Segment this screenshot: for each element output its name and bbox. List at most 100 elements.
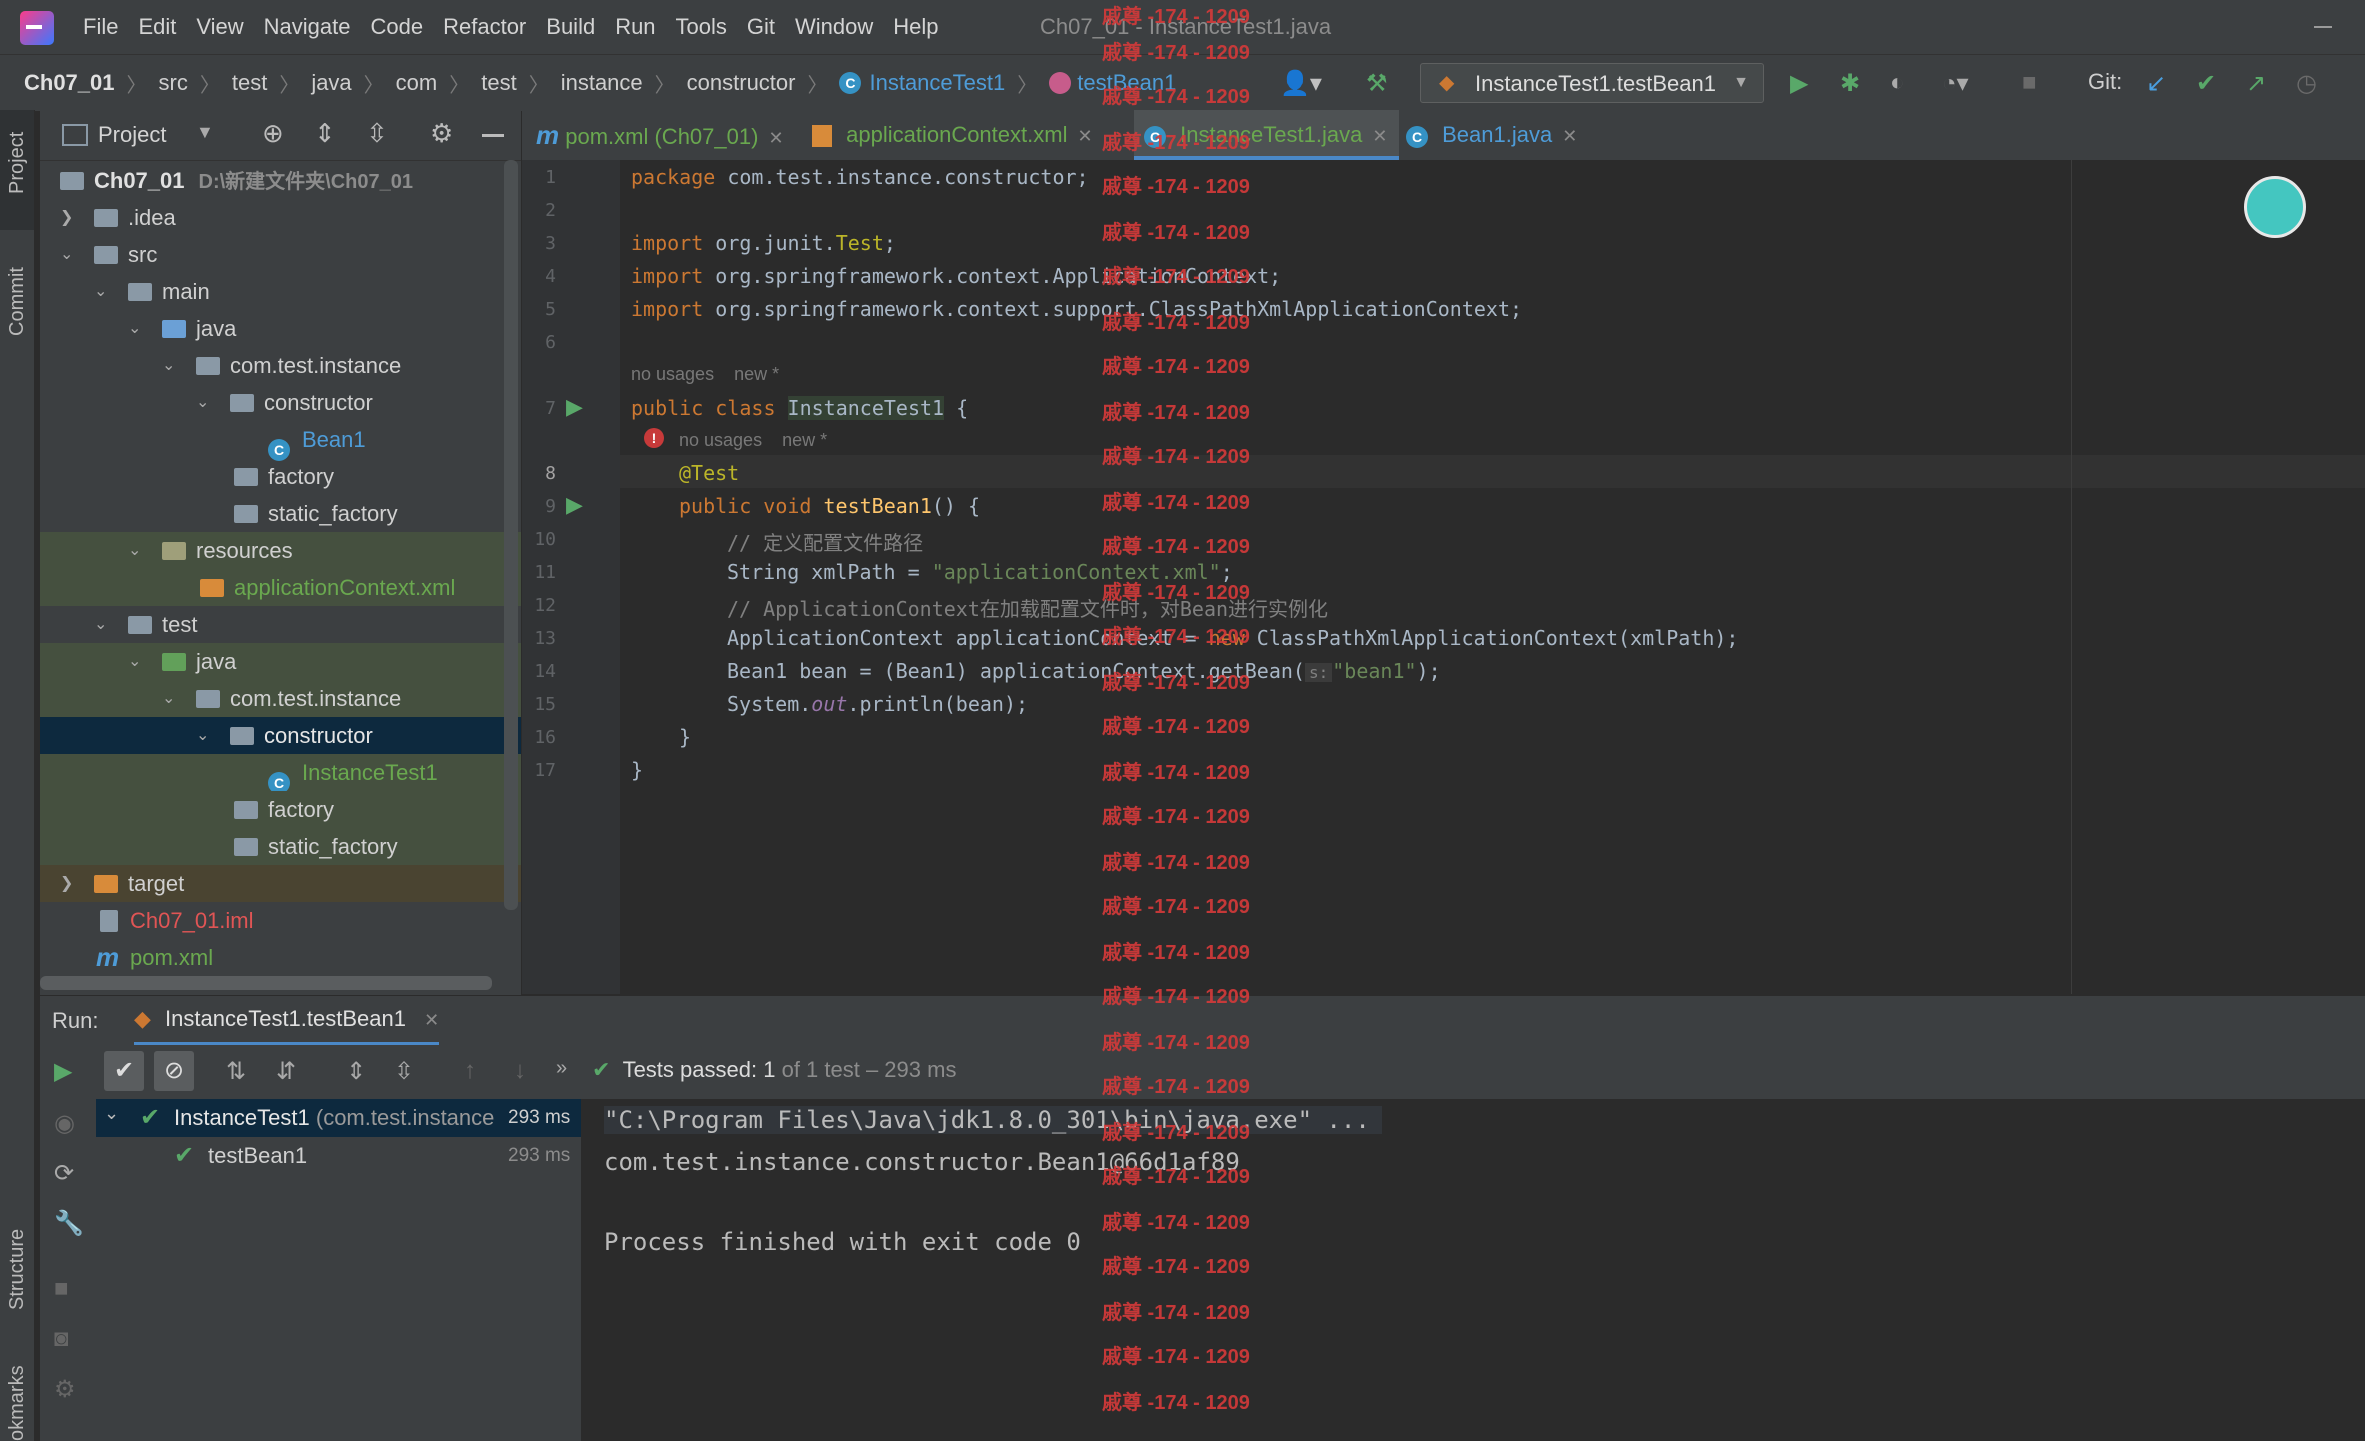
toggle-auto-test-icon[interactable]: ⟳ (54, 1159, 74, 1188)
locate-file-icon[interactable]: ⊕ (262, 118, 284, 149)
minimize-button[interactable] (2314, 26, 2332, 28)
tree-item-idea[interactable]: ❯ .idea (40, 199, 521, 236)
sort-duration-icon[interactable]: ⇵ (276, 1057, 296, 1086)
git-commit-icon[interactable]: ✔ (2196, 69, 2216, 98)
tree-item-test-static-factory[interactable]: static_factory (40, 828, 521, 865)
test-tree-row-child[interactable]: ✔ testBean1 293 ms (96, 1137, 581, 1175)
chevron-down-icon[interactable]: ⌄ (104, 1103, 119, 1124)
chevron-down-icon[interactable]: ⌄ (196, 384, 209, 421)
hide-panel-icon[interactable] (482, 134, 504, 137)
project-tool-tab[interactable]: Project (0, 110, 34, 230)
menu-navigate[interactable]: Navigate (264, 14, 351, 40)
tree-item-test[interactable]: ⌄ test (40, 606, 521, 643)
chevron-down-icon[interactable]: ⌄ (128, 643, 141, 680)
expand-all-icon[interactable]: ⇕ (346, 1057, 366, 1086)
run-tab[interactable]: ◆ InstanceTest1.testBean1 ✕ (134, 996, 440, 1046)
tree-item-instance-test1[interactable]: C InstanceTest1 (40, 754, 521, 794)
tree-item-main-static-factory[interactable]: static_factory (40, 495, 521, 532)
menu-help[interactable]: Help (893, 14, 938, 40)
debug-icon[interactable]: ✱ (1840, 69, 1860, 98)
crumb-java[interactable]: java (311, 70, 351, 96)
inlay-hint[interactable]: no usages new * (679, 430, 827, 451)
menu-file[interactable]: File (83, 14, 118, 40)
close-icon[interactable]: ✕ (768, 128, 783, 148)
gear-icon[interactable]: ⚙ (430, 118, 453, 149)
test-tree-row-root[interactable]: ⌄ ✔ InstanceTest1 (com.test.instance 293… (96, 1099, 581, 1137)
tree-item-test-factory[interactable]: factory (40, 791, 521, 828)
close-icon[interactable]: ✕ (1562, 126, 1577, 146)
tree-item-bean1[interactable]: C Bean1 (40, 421, 521, 461)
previous-failed-icon[interactable]: ↑ (464, 1057, 476, 1085)
menu-window[interactable]: Window (795, 14, 873, 40)
tree-item-resources[interactable]: ⌄ resources (40, 532, 521, 569)
camera-icon[interactable]: ◙ (54, 1325, 69, 1353)
sort-alpha-icon[interactable]: ⇅ (226, 1057, 246, 1086)
chevron-down-icon[interactable]: ⌄ (128, 532, 141, 569)
crumb-src[interactable]: src (159, 70, 188, 96)
coverage-icon[interactable]: ◐ (1890, 69, 1905, 97)
crumb-test[interactable]: test (232, 70, 267, 96)
settings-icon[interactable]: ⚙ (54, 1375, 76, 1404)
tree-item-application-context[interactable]: applicationContext.xml (40, 569, 521, 606)
menu-code[interactable]: Code (371, 14, 424, 40)
warning-icon[interactable]: ! (644, 428, 664, 448)
menu-view[interactable]: View (196, 14, 243, 40)
collapse-all-icon[interactable]: ⇳ (366, 118, 388, 149)
bookmarks-tool-label[interactable]: okmarks (6, 1365, 29, 1441)
menu-run[interactable]: Run (615, 14, 655, 40)
profiler-icon[interactable]: ◔▾ (1942, 69, 1969, 98)
crumb-test-pkg[interactable]: test (481, 70, 516, 96)
tab-bean1[interactable]: C Bean1.java ✕ (1406, 110, 1577, 160)
wrench-icon[interactable]: 🔧 (54, 1209, 84, 1238)
rerun-failed-icon[interactable]: ◉ (54, 1109, 75, 1138)
project-panel-title[interactable]: Project (98, 122, 166, 148)
tree-item-test-constructor[interactable]: ⌄ constructor (40, 717, 521, 754)
crumb-constructor[interactable]: constructor (687, 70, 796, 96)
collapse-all-icon[interactable]: ⇳ (394, 1057, 414, 1086)
tree-item-target[interactable]: ❯ target (40, 865, 521, 902)
structure-tool-label[interactable]: Structure (6, 1229, 29, 1310)
stop-icon[interactable]: ■ (2022, 69, 2037, 97)
crumb-class[interactable]: InstanceTest1 (869, 70, 1005, 96)
tree-item-main[interactable]: ⌄ main (40, 273, 521, 310)
git-update-icon[interactable]: ↙ (2146, 69, 2166, 98)
chevron-down-icon[interactable]: ⌄ (196, 717, 209, 754)
chevron-down-icon[interactable]: ⌄ (94, 273, 107, 310)
menu-tools[interactable]: Tools (676, 14, 727, 40)
horizontal-scrollbar[interactable] (40, 976, 492, 990)
chevron-down-icon[interactable]: ⌄ (94, 606, 107, 643)
crumb-project[interactable]: Ch07_01 (24, 70, 115, 96)
tree-item-main-factory[interactable]: factory (40, 458, 521, 495)
expand-all-icon[interactable]: ⇕ (314, 118, 336, 149)
tree-item-root[interactable]: Ch07_01 D:\新建文件夹\Ch07_01 (40, 162, 521, 199)
chevron-down-icon[interactable]: ⌄ (162, 347, 175, 384)
chevron-down-icon[interactable]: ⌄ (128, 310, 141, 347)
inlay-hint[interactable]: no usages new * (631, 364, 779, 385)
close-icon[interactable]: ✕ (1372, 126, 1387, 146)
tree-item-main-constructor[interactable]: ⌄ constructor (40, 384, 521, 421)
tree-item-test-java[interactable]: ⌄ java (40, 643, 521, 680)
build-hammer-icon[interactable]: ⚒ (1366, 69, 1388, 98)
plugin-mascot-icon[interactable] (2244, 176, 2306, 238)
tab-pom-xml[interactable]: m pom.xml (Ch07_01) ✕ (536, 110, 784, 160)
chevron-down-icon[interactable]: ⌄ (162, 680, 175, 717)
chevron-right-icon[interactable]: ❯ (60, 199, 73, 236)
menu-git[interactable]: Git (747, 14, 775, 40)
menu-build[interactable]: Build (546, 14, 595, 40)
next-failed-icon[interactable]: ↓ (514, 1057, 526, 1085)
rerun-icon[interactable]: ▶ (54, 1057, 72, 1086)
close-icon[interactable]: ✕ (1077, 126, 1092, 146)
tree-item-src[interactable]: ⌄ src (40, 236, 521, 273)
run-icon[interactable]: ▶ (1790, 69, 1808, 98)
run-test-method-icon[interactable]: ▶ (566, 492, 583, 518)
git-history-icon[interactable]: ◷ (2296, 69, 2317, 98)
menu-edit[interactable]: Edit (138, 14, 176, 40)
run-test-class-icon[interactable]: ▶ (566, 394, 583, 420)
run-config-select[interactable]: ◆ InstanceTest1.testBean1 ▼ (1420, 63, 1764, 103)
chevron-down-icon[interactable]: ▼ (196, 122, 214, 143)
close-icon[interactable]: ✕ (424, 1010, 439, 1030)
chevron-down-icon[interactable]: ⌄ (60, 236, 73, 273)
tab-application-context[interactable]: applicationContext.xml ✕ (812, 110, 1093, 160)
crumb-instance[interactable]: instance (561, 70, 643, 96)
user-icon[interactable]: 👤▾ (1280, 69, 1322, 98)
